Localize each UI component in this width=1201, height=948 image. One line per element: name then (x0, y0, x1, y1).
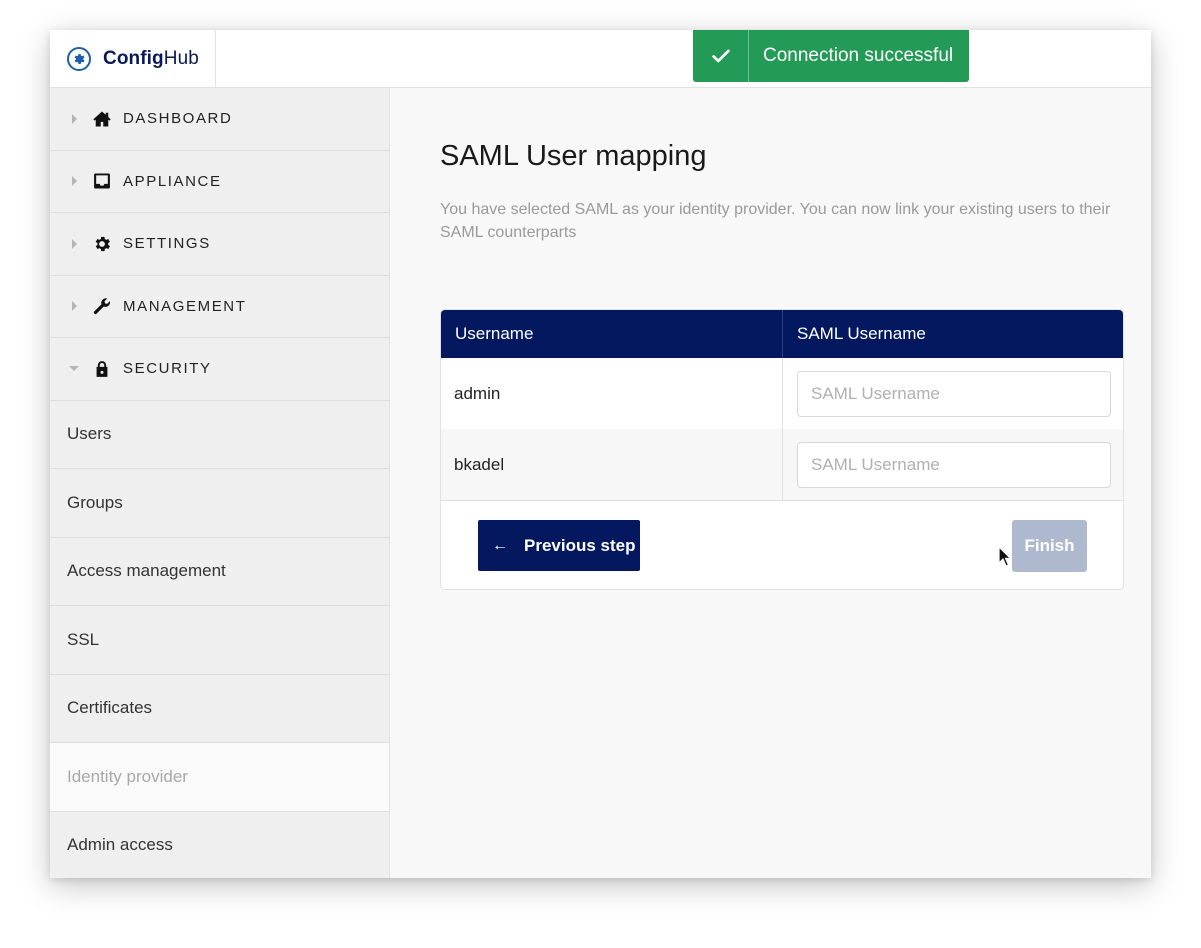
sidebar-item-users[interactable]: Users (50, 401, 389, 469)
previous-step-label: Previous step (524, 535, 636, 555)
settings-logo-icon (67, 47, 91, 71)
app-logo[interactable]: ConfigHub (50, 30, 216, 88)
sidebar-group-label: APPLIANCE (123, 172, 222, 190)
wrench-icon (91, 295, 113, 317)
sidebar-item-certificates[interactable]: Certificates (50, 675, 389, 743)
sidebar-group-settings[interactable]: SETTINGS (50, 213, 389, 276)
sidebar-group-appliance[interactable]: APPLIANCE (50, 151, 389, 213)
toast-message: Connection successful (763, 45, 954, 66)
lock-icon (91, 358, 113, 380)
finish-button[interactable]: Finish (1012, 520, 1087, 572)
column-header-username: Username (441, 310, 783, 358)
main-content: SAML User mapping You have selected SAML… (391, 88, 1151, 878)
app-name: ConfigHub (103, 48, 199, 69)
table-row: admin (441, 358, 1123, 429)
success-toast: Connection successful (693, 30, 969, 82)
caret-down-icon (69, 364, 79, 374)
sidebar-group-management[interactable]: MANAGEMENT (50, 276, 389, 338)
sidebar-item-identity-provider[interactable]: Identity provider (50, 743, 389, 812)
arrow-left-icon: ← (492, 536, 508, 554)
checkmark-icon (693, 30, 749, 82)
saml-username-input[interactable] (797, 441, 1111, 488)
saml-cell (783, 358, 1123, 429)
table-row: bkadel (441, 429, 1123, 500)
caret-right-icon (69, 176, 79, 187)
sidebar-item-ssl[interactable]: SSL (50, 606, 389, 675)
sidebar-group-label: MANAGEMENT (123, 297, 247, 315)
saml-cell (783, 429, 1123, 500)
caret-right-icon (69, 238, 79, 249)
previous-step-button[interactable]: ← Previous step (478, 520, 640, 571)
sidebar: DASHBOARD APPLIANCE SETTINGS MANAGEMENT (50, 88, 390, 878)
column-header-saml-username: SAML Username (797, 324, 926, 343)
sidebar-group-label: DASHBOARD (123, 110, 233, 128)
sidebar-item-groups[interactable]: Groups (50, 469, 389, 538)
table-header: Username SAML Username (441, 310, 1123, 358)
inbox-icon (91, 170, 113, 192)
sidebar-group-label: SETTINGS (123, 235, 211, 253)
page-description: You have selected SAML as your identity … (440, 201, 1111, 241)
page-title: SAML User mapping (440, 140, 707, 172)
user-mapping-card: Username SAML Username admin bkadel ← Pr… (440, 309, 1124, 590)
sidebar-group-security[interactable]: SECURITY (50, 338, 389, 401)
username-cell: admin (441, 358, 783, 429)
mouse-cursor-icon (998, 546, 1012, 567)
home-icon (91, 108, 113, 130)
sidebar-item-admin-access[interactable]: Admin access (50, 812, 389, 879)
app-window: ConfigHub Connection successful DASHBOAR… (50, 30, 1151, 878)
caret-right-icon (69, 113, 79, 124)
caret-right-icon (69, 301, 79, 312)
sidebar-group-dashboard[interactable]: DASHBOARD (50, 88, 389, 151)
sidebar-item-access-management[interactable]: Access management (50, 538, 389, 606)
username-cell: bkadel (441, 429, 783, 500)
saml-username-input[interactable] (797, 370, 1111, 417)
top-bar: ConfigHub Connection successful (50, 30, 1151, 88)
gear-icon (91, 233, 113, 255)
sidebar-group-label: SECURITY (123, 360, 212, 378)
card-footer: ← Previous step Finish (441, 500, 1123, 589)
